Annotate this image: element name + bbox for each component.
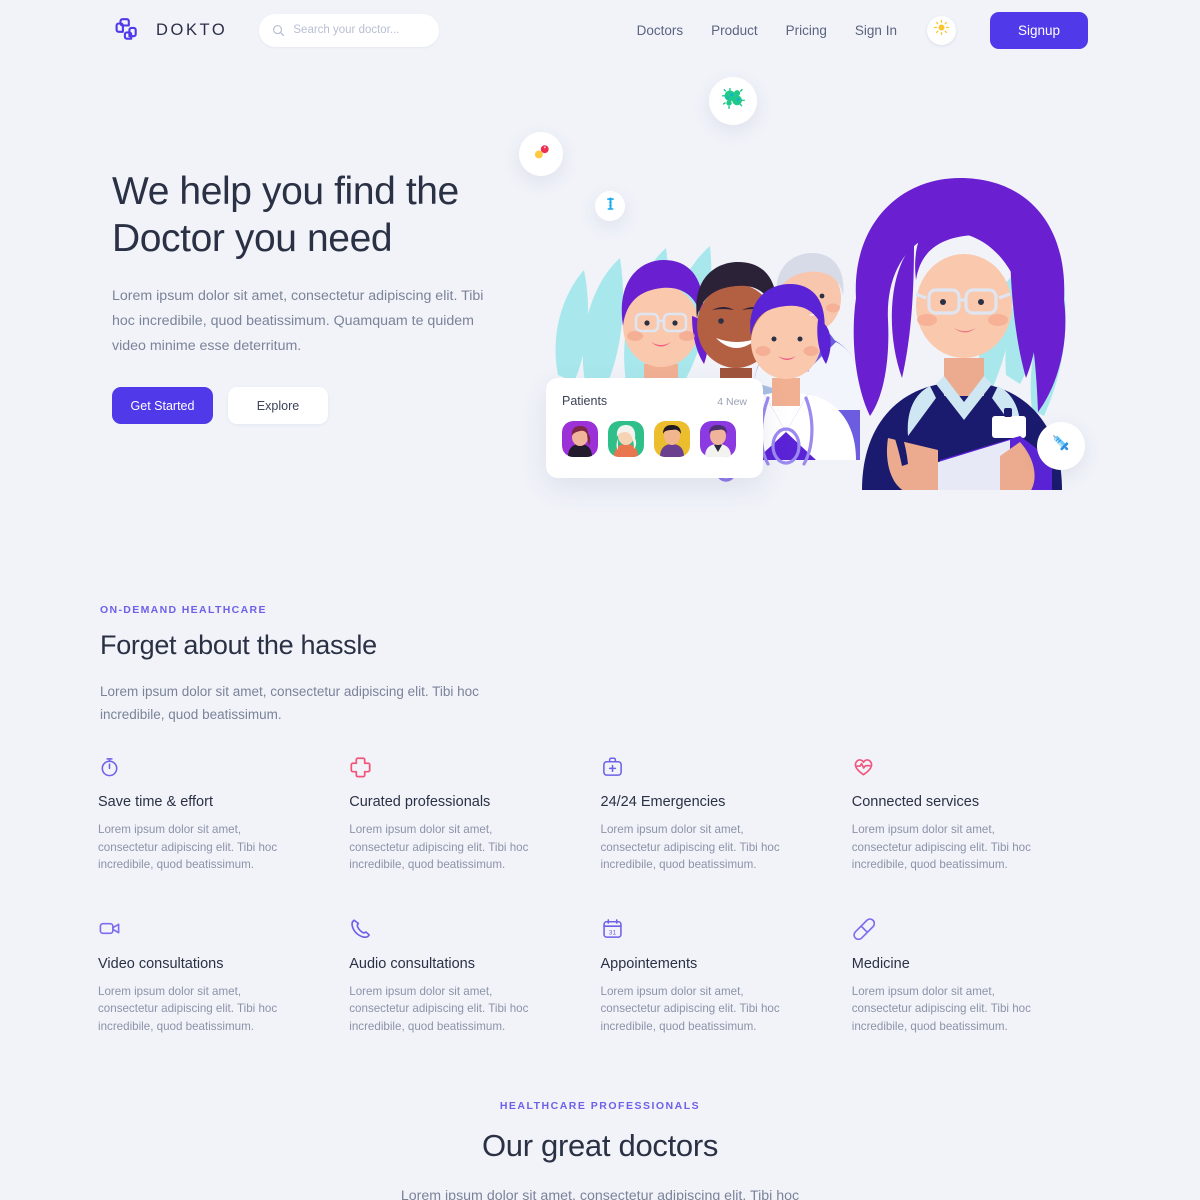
features-row-2: Video consultations Lorem ipsum dolor si…	[98, 917, 1103, 1036]
hero-subtitle: Lorem ipsum dolor sit amet, consectetur …	[112, 288, 484, 354]
doctors-section: HEALTHCARE PROFESSIONALS Our great docto…	[0, 1100, 1200, 1200]
doctors-subtitle: Lorem ipsum dolor sit amet, consectetur …	[400, 1188, 800, 1200]
patients-card-title: Patients	[562, 394, 608, 408]
doctors-eyebrow: HEALTHCARE PROFESSIONALS	[499, 1100, 701, 1112]
feature-title: Video consultations	[98, 955, 224, 972]
video-icon	[98, 917, 349, 941]
feature-title: Save time & effort	[98, 794, 213, 810]
feature-appointements: 31 Appointements Lorem ipsum dolor sit a…	[601, 917, 852, 1036]
feature-medicine: Medicine Lorem ipsum dolor sit amet, con…	[852, 917, 1103, 1036]
patient-avatar-2[interactable]	[608, 421, 644, 457]
heartbeat-icon	[852, 755, 1103, 779]
feature-desc: Lorem ipsum dolor sit amet, consectetur …	[600, 984, 780, 1033]
patient-avatar-1[interactable]	[562, 421, 598, 457]
feature-desc: Lorem ipsum dolor sit amet, consectetur …	[349, 984, 529, 1033]
feature-desc: Lorem ipsum dolor sit amet, consectetur …	[851, 823, 1031, 871]
feature-title: Medicine	[851, 955, 910, 972]
hassle-section: ON-DEMAND HEALTHCARE Forget about the ha…	[100, 604, 1100, 726]
features-row-1: Save time & effort Lorem ipsum dolor sit…	[98, 755, 1103, 874]
patients-card[interactable]: Patients 4 New	[546, 378, 763, 478]
hero-title-line-1: We help you find the	[112, 170, 459, 213]
patient-avatar-4[interactable]	[700, 421, 736, 457]
svg-text:31: 31	[608, 929, 616, 936]
feature-title: Connected services	[851, 794, 980, 810]
feature-desc: Lorem ipsum dolor sit amet, consectetur …	[349, 823, 529, 871]
hero-title: We help you find the Doctor you need	[112, 168, 532, 262]
feature-audio-consultations: Audio consultations Lorem ipsum dolor si…	[349, 917, 600, 1036]
hassle-title: Forget about the hassle	[100, 630, 377, 660]
stopwatch-icon	[98, 755, 349, 779]
medkit-icon	[601, 755, 852, 779]
pill-icon	[531, 141, 552, 167]
feature-title: 24/24 Emergencies	[600, 794, 726, 810]
virus-icon	[721, 86, 746, 116]
caduceus-badge	[595, 191, 625, 221]
feature-connected-services: Connected services Lorem ipsum dolor sit…	[852, 755, 1103, 874]
cross-icon	[349, 755, 600, 779]
phone-icon	[349, 917, 600, 941]
feature-desc: Lorem ipsum dolor sit amet, consectetur …	[98, 823, 278, 871]
feature-desc: Lorem ipsum dolor sit amet, consectetur …	[600, 823, 780, 871]
hero-copy: We help you find the Doctor you need Lor…	[112, 168, 532, 424]
feature-video-consultations: Video consultations Lorem ipsum dolor si…	[98, 917, 349, 1036]
feature-title: Curated professionals	[349, 794, 491, 810]
capsule-icon	[852, 917, 1103, 941]
feature-curated-professionals: Curated professionals Lorem ipsum dolor …	[349, 755, 600, 874]
landing-page: DOKTO Search your doctor... Doctors Prod…	[0, 0, 1200, 1200]
pill-badge	[519, 132, 563, 176]
feature-title: Audio consultations	[349, 955, 475, 972]
hero-section: We help you find the Doctor you need Lor…	[0, 0, 1200, 580]
doctors-title: Our great doctors	[481, 1128, 719, 1163]
patient-avatar-3[interactable]	[654, 421, 690, 457]
feature-save-time: Save time & effort Lorem ipsum dolor sit…	[98, 755, 349, 874]
patients-new-count: 4 New	[717, 396, 747, 408]
feature-desc: Lorem ipsum dolor sit amet, consectetur …	[851, 984, 1031, 1033]
get-started-button[interactable]: Get Started	[112, 387, 213, 424]
hassle-subtitle: Lorem ipsum dolor sit amet, consectetur …	[100, 684, 479, 722]
patients-avatar-list	[562, 421, 747, 457]
explore-button[interactable]: Explore	[228, 387, 328, 424]
feature-emergencies: 24/24 Emergencies Lorem ipsum dolor sit …	[601, 755, 852, 874]
hero-title-line-2: Doctor you need	[112, 217, 393, 260]
syringe-icon	[1050, 432, 1073, 460]
feature-title: Appointements	[600, 955, 698, 972]
caduceus-icon	[603, 196, 618, 216]
feature-desc: Lorem ipsum dolor sit amet, consectetur …	[98, 984, 278, 1033]
patients-card-header: Patients 4 New	[562, 394, 747, 408]
syringe-badge	[1037, 422, 1085, 470]
virus-badge	[709, 77, 757, 125]
hassle-eyebrow: ON-DEMAND HEALTHCARE	[100, 604, 267, 616]
features-grid: Save time & effort Lorem ipsum dolor sit…	[98, 755, 1103, 1035]
hero-actions: Get Started Explore	[112, 387, 532, 424]
calendar-icon: 31	[601, 917, 852, 941]
